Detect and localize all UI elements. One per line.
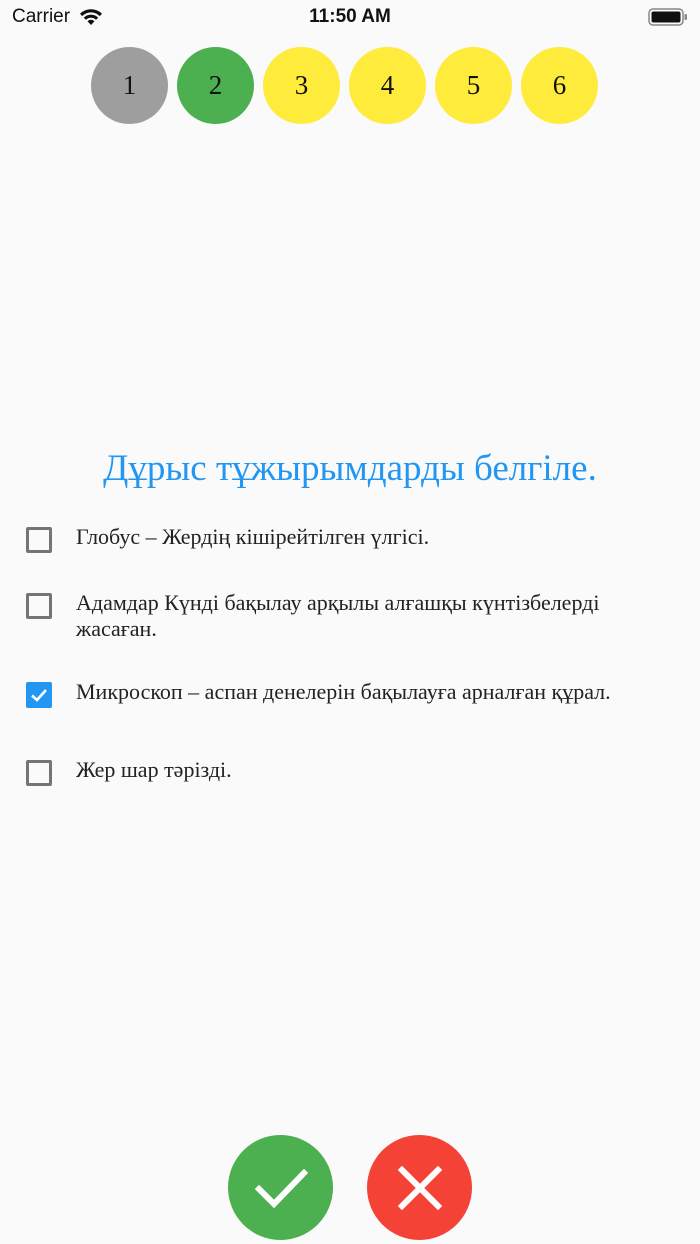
option-label: Микроскоп – аспан денелерін бақылауға ар… — [76, 679, 611, 704]
step-3[interactable]: 3 — [263, 47, 340, 124]
checkbox[interactable] — [26, 682, 52, 708]
option-item[interactable]: Жер шар тәрізді. — [26, 757, 676, 786]
step-4[interactable]: 4 — [349, 47, 426, 124]
status-time: 11:50 AM — [309, 6, 391, 27]
step-6[interactable]: 6 — [521, 47, 598, 124]
checkmark-icon — [254, 1168, 308, 1208]
step-label: 4 — [380, 70, 395, 100]
step-indicator: 1 2 3 4 5 6 — [91, 47, 598, 124]
step-1[interactable]: 1 — [91, 47, 168, 124]
step-label: 3 — [294, 70, 309, 100]
step-label: 1 — [122, 70, 137, 100]
option-label: Жер шар тәрізді. — [76, 757, 232, 782]
step-5[interactable]: 5 — [435, 47, 512, 124]
close-icon — [397, 1165, 442, 1210]
question-title: Дұрыс тұжырымдарды белгіле. — [103, 448, 597, 489]
step-2[interactable]: 2 — [177, 47, 254, 124]
option-item[interactable]: Глобус – Жердің кішірейтілген үлгісі. — [26, 524, 676, 553]
option-label: Глобус – Жердің кішірейтілген үлгісі. — [76, 524, 430, 549]
step-label: 2 — [208, 70, 223, 100]
cancel-button[interactable] — [367, 1135, 472, 1240]
option-item[interactable]: Микроскоп – аспан денелерін бақылауға ар… — [26, 679, 676, 708]
step-label: 5 — [466, 70, 481, 100]
checkbox[interactable] — [26, 593, 52, 619]
step-label: 6 — [552, 70, 567, 100]
checkbox[interactable] — [26, 760, 52, 786]
checkmark-icon — [31, 689, 47, 702]
status-bar: Carrier 11:50 AM — [0, 0, 700, 36]
battery-icon — [648, 8, 687, 26]
option-label: Адамдар Күнді бақылау арқылы алғашқы күн… — [76, 590, 600, 641]
checkbox[interactable] — [26, 527, 52, 553]
confirm-button[interactable] — [228, 1135, 333, 1240]
option-item[interactable]: Адамдар Күнді бақылау арқылы алғашқы күн… — [26, 590, 676, 642]
